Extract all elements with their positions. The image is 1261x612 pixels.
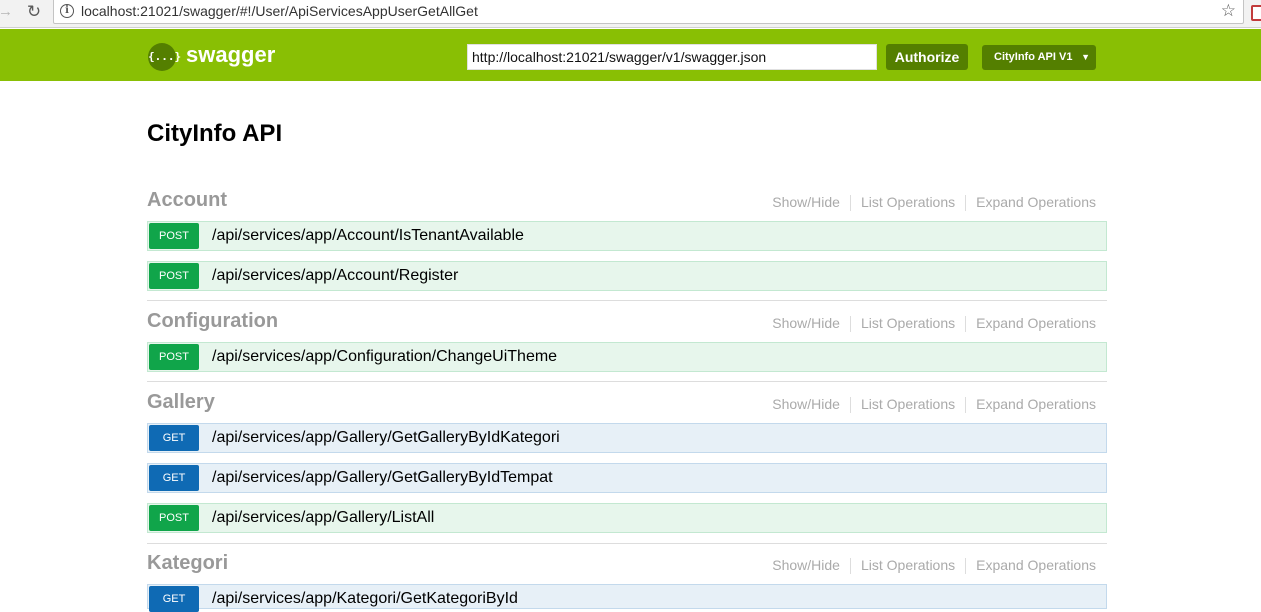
resource-account: Account Show/Hide List Operations Expand O… [147,189,1107,301]
action-divider [965,195,967,212]
show-hide-link[interactable]: Show/Hide [772,194,840,210]
action-divider [849,195,851,212]
method-badge[interactable]: POST [149,344,199,370]
list-operations-link[interactable]: List Operations [861,396,955,412]
operation-row[interactable]: GET /api/services/app/Kategori/GetKatego… [147,584,1107,612]
method-badge[interactable]: GET [149,586,199,612]
action-divider [849,558,851,575]
reload-icon[interactable]: ↻ [25,3,43,21]
resource-gallery: Gallery Show/Hide List Operations Expand O… [147,391,1107,544]
resource-divider [147,300,1107,301]
list-operations-link[interactable]: List Operations [861,315,955,331]
expand-operations-link[interactable]: Expand Operations [976,396,1096,412]
operation-row[interactable]: GET /api/services/app/Gallery/GetGallery… [147,423,1107,453]
action-divider [849,316,851,333]
page-title: CityInfo API [147,120,283,147]
operation-row[interactable]: GET /api/services/app/Gallery/GetGallery… [147,463,1107,493]
action-divider [849,397,851,414]
resource-heading[interactable]: Configuration [147,310,278,333]
swagger-logo-icon: {...} [148,43,181,71]
show-hide-link[interactable]: Show/Hide [772,396,840,412]
method-badge[interactable]: GET [149,425,199,451]
dropdown-caret-icon: ▼ [1081,52,1090,62]
resource-heading[interactable]: Kategori [147,552,228,575]
spec-url-input[interactable]: http://localhost:21021/swagger/v1/swagge… [467,44,877,70]
method-badge[interactable]: POST [149,263,199,289]
operation-row[interactable]: POST /api/services/app/Account/IsTenantA… [147,221,1107,251]
operation-row[interactable]: POST /api/services/app/Configuration/Cha… [147,342,1107,372]
operation-row[interactable]: POST /api/services/app/Account/Register [147,261,1107,291]
operation-path[interactable]: /api/services/app/Account/IsTenantAvaila… [212,227,524,245]
operation-path[interactable]: /api/services/app/Gallery/GetGalleryById… [212,469,553,487]
resource-actions: Show/Hide List Operations Expand Operation… [772,194,1096,212]
forward-arrow-icon[interactable]: → [0,3,16,21]
expand-operations-link[interactable]: Expand Operations [976,557,1096,573]
operation-path[interactable]: /api/services/app/Kategori/GetKategoriBy… [212,590,518,608]
operation-row[interactable]: POST /api/services/app/Gallery/ListAll [147,503,1107,533]
address-bar[interactable]: i localhost:21021/swagger/#!/User/ApiSer… [53,0,1244,24]
resource-heading[interactable]: Account [147,189,227,212]
expand-operations-link[interactable]: Expand Operations [976,315,1096,331]
method-badge[interactable]: POST [149,223,199,249]
operation-path[interactable]: /api/services/app/Gallery/ListAll [212,509,434,527]
extension-icon[interactable] [1251,5,1261,21]
action-divider [965,397,967,414]
expand-operations-link[interactable]: Expand Operations [976,194,1096,210]
authorize-button[interactable]: Authorize [886,44,968,70]
list-operations-link[interactable]: List Operations [861,194,955,210]
resource-divider [147,381,1107,382]
resource-actions: Show/Hide List Operations Expand Operation… [772,315,1096,333]
resource-heading[interactable]: Gallery [147,391,215,414]
list-operations-link[interactable]: List Operations [861,557,955,573]
resource-actions: Show/Hide List Operations Expand Operation… [772,396,1096,414]
resource-kategori: Kategori Show/Hide List Operations Expand … [147,552,1107,612]
operation-path[interactable]: /api/services/app/Configuration/ChangeUi… [212,348,557,366]
swagger-header: {...} swagger http://localhost:21021/swa… [0,29,1261,81]
show-hide-link[interactable]: Show/Hide [772,557,840,573]
method-badge[interactable]: GET [149,465,199,491]
browser-toolbar: → ↻ i localhost:21021/swagger/#!/User/Ap… [0,0,1261,28]
address-url[interactable]: localhost:21021/swagger/#!/User/ApiServi… [81,3,478,19]
swagger-logo-text[interactable]: swagger [186,42,275,68]
action-divider [965,558,967,575]
bookmark-star-icon[interactable]: ☆ [1221,1,1236,21]
action-divider [965,316,967,333]
resource-actions: Show/Hide List Operations Expand Operation… [772,557,1096,575]
api-version-label: CityInfo API V1 [994,51,1073,63]
method-badge[interactable]: POST [149,505,199,531]
operation-path[interactable]: /api/services/app/Gallery/GetGalleryById… [212,429,560,447]
api-version-select[interactable]: CityInfo API V1 ▼ [982,45,1096,70]
operation-path[interactable]: /api/services/app/Account/Register [212,267,458,285]
resource-divider [147,543,1107,544]
resource-configuration: Configuration Show/Hide List Operations Ex… [147,310,1107,382]
show-hide-link[interactable]: Show/Hide [772,315,840,331]
info-icon[interactable]: i [60,4,74,18]
